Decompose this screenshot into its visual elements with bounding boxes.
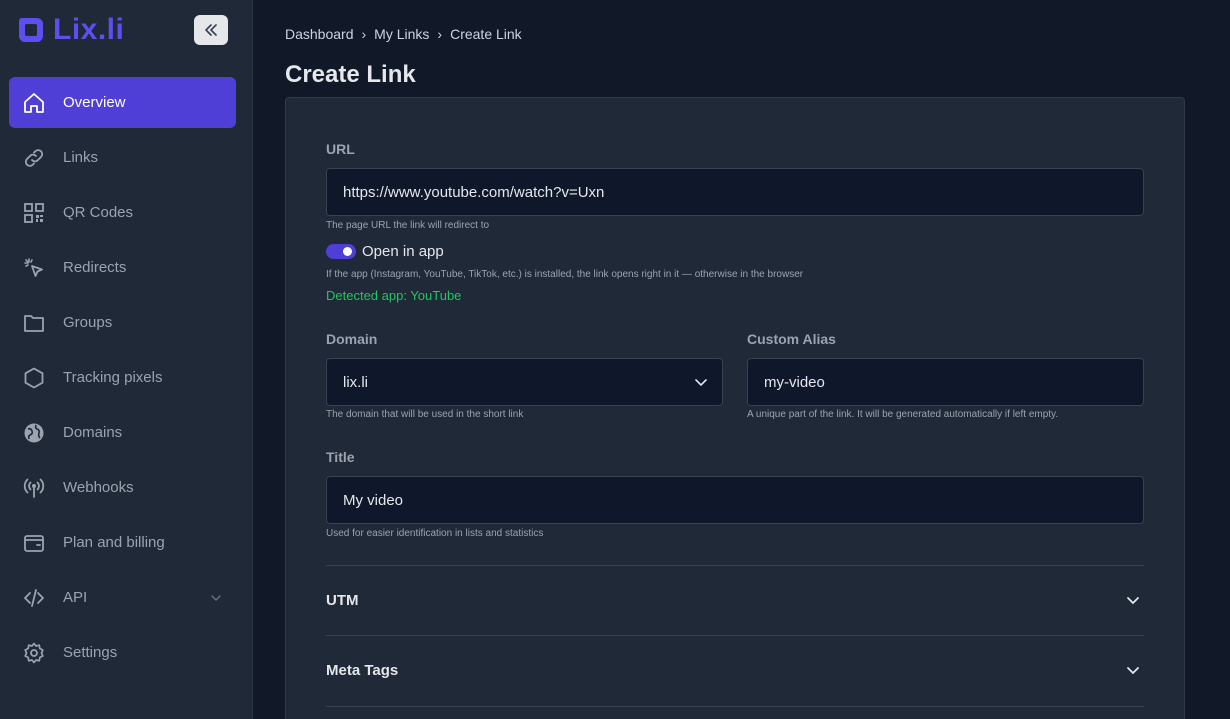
main-content: Dashboard › My Links › Create Link Creat… [253,0,1230,719]
app-root: Lix.li Overview Links QR Codes Redirects… [0,0,1230,719]
custom-alias-hint: A unique part of the link. It will be ge… [747,409,1059,420]
title-input-value: My video [343,491,404,509]
section-divider [326,706,1144,719]
broadcast-icon [22,476,46,500]
breadcrumb-create-link: Create Link [450,26,522,42]
open-in-app-hint: If the app (Instagram, YouTube, TikTok, … [326,269,804,280]
logo-text: Lix.li [53,13,125,46]
domain-select-value: lix.li [343,373,368,391]
sidebar-item-links[interactable]: Links [9,132,236,183]
sidebar-item-redirects[interactable]: Redirects [9,242,236,293]
chevron-down-icon [211,595,221,601]
sidebar-item-label: Links [63,149,99,166]
domain-label: Domain [326,331,378,347]
sidebar-item-label: Webhooks [63,479,134,496]
sidebar: Lix.li Overview Links QR Codes Redirects… [0,0,253,719]
gear-icon [22,641,46,665]
url-input[interactable]: https://www.youtube.com/watch?v=Uxn [326,168,1144,216]
utm-section-title: UTM [326,592,359,609]
sidebar-item-label: Plan and billing [63,534,165,551]
chevron-down-icon [695,379,707,387]
sidebar-item-tracking-pixels[interactable]: Tracking pixels [9,352,236,403]
home-icon [22,91,46,115]
url-input-value: https://www.youtube.com/watch?v=Uxn [343,183,605,201]
wallet-icon [22,531,46,555]
title-hint: Used for easier identification in lists … [326,528,544,539]
collapse-sidebar-button[interactable] [194,15,228,45]
custom-alias-label: Custom Alias [747,331,836,347]
breadcrumb-my-links[interactable]: My Links [374,26,429,42]
logo-mark-icon [18,18,43,42]
sidebar-item-label: API [63,589,88,606]
chevron-down-icon [1127,666,1139,674]
breadcrumb-separator: › [361,26,367,42]
sidebar-item-groups[interactable]: Groups [9,297,236,348]
link-icon [22,146,46,170]
folder-icon [22,311,46,335]
globe-icon [22,421,46,445]
meta-tags-section-title: Meta Tags [326,662,399,679]
open-in-app-toggle[interactable] [326,244,356,259]
hexagon-icon [22,366,46,390]
breadcrumb-separator: › [437,26,443,42]
url-hint: The page URL the link will redirect to [326,220,490,231]
sidebar-item-label: Tracking pixels [63,369,163,386]
custom-alias-value: my-video [764,373,825,391]
sidebar-item-plan-and-billing[interactable]: Plan and billing [9,517,236,568]
code-icon [22,586,46,610]
domain-select[interactable]: lix.li [326,358,723,406]
sidebar-item-label: Overview [63,94,126,111]
logo[interactable]: Lix.li [17,15,124,45]
sidebar-item-label: Redirects [63,259,127,276]
sidebar-item-label: Groups [63,314,113,331]
url-label: URL [326,141,355,157]
sidebar-item-webhooks[interactable]: Webhooks [9,462,236,513]
breadcrumb: Dashboard › My Links › Create Link [285,24,522,44]
sidebar-item-settings[interactable]: Settings [9,627,236,678]
title-label: Title [326,449,355,465]
sidebar-item-label: Settings [63,644,118,661]
toggle-knob [343,247,352,256]
meta-tags-section-toggle[interactable]: Meta Tags [326,635,1144,705]
custom-alias-input[interactable]: my-video [747,358,1144,406]
sidebar-item-qr-codes[interactable]: QR Codes [9,187,236,238]
domain-hint: The domain that will be used in the shor… [326,409,524,420]
create-link-form: URL https://www.youtube.com/watch?v=Uxn … [285,97,1185,719]
breadcrumb-dashboard[interactable]: Dashboard [285,26,354,42]
title-input[interactable]: My video [326,476,1144,524]
utm-section-toggle[interactable]: UTM [326,565,1144,635]
pointer-click-icon [22,256,46,280]
double-chevron-left-icon [205,24,217,36]
sidebar-item-api[interactable]: API [9,572,236,623]
page-title: Create Link [285,61,416,88]
sidebar-item-label: QR Codes [63,204,134,221]
chevron-down-icon [1127,596,1139,604]
sidebar-item-label: Domains [63,424,123,441]
sidebar-nav: Overview Links QR Codes Redirects Groups… [9,77,236,682]
detected-app-text: Detected app: YouTube [326,288,462,303]
sidebar-item-overview[interactable]: Overview [9,77,236,128]
sidebar-item-domains[interactable]: Domains [9,407,236,458]
qr-code-icon [22,201,46,225]
open-in-app-label[interactable]: Open in app [362,243,444,260]
